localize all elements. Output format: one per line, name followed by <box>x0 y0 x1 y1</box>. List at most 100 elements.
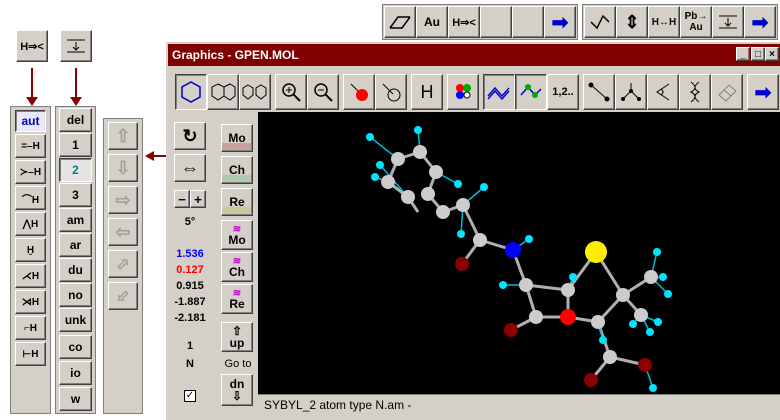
order-item-w[interactable]: w <box>59 387 92 411</box>
bond-flip-button[interactable] <box>584 6 616 38</box>
bond-measure-icon <box>588 82 610 102</box>
order-item-no[interactable]: no <box>59 283 92 307</box>
next-button[interactable]: ➡ <box>747 74 779 110</box>
close-button[interactable]: × <box>765 47 779 61</box>
angle-step-value: 5° <box>184 216 196 228</box>
maximize-button[interactable]: □ <box>751 47 765 61</box>
numbering-button[interactable]: 1,2.. <box>547 74 579 110</box>
hydrogen-item[interactable]: ≻–H <box>15 160 46 184</box>
pb-au-button[interactable]: Pb→ Au <box>680 6 712 38</box>
mode-ch-button[interactable]: Ch <box>221 156 253 184</box>
zoom-out-button[interactable] <box>307 74 339 110</box>
order-item-io[interactable]: io <box>59 361 92 385</box>
ring-fused-button[interactable] <box>207 74 239 110</box>
atom-count: 1 <box>186 340 194 352</box>
h-tool-button[interactable]: H⇒< <box>16 30 48 62</box>
hydrogen-item[interactable]: ⋊H <box>15 290 46 314</box>
hydrogen-item[interactable]: ⋌H <box>15 264 46 288</box>
dihedral-button[interactable] <box>647 74 679 110</box>
bond-ball-button[interactable] <box>515 74 547 110</box>
up-button[interactable]: ⇧ up <box>221 322 253 352</box>
hydrogen-item-label: ⌒H <box>21 194 40 206</box>
mode-mo-wave-button[interactable]: ≋ Mo <box>221 220 253 250</box>
ring-double-button[interactable] <box>239 74 271 110</box>
aut-button[interactable]: aut <box>15 110 46 132</box>
plus-button[interactable]: + <box>190 190 206 208</box>
order-item-unk[interactable]: unk <box>59 308 92 332</box>
value-item: -2.181 <box>174 312 206 324</box>
hydrogen-item[interactable]: ⌐H <box>15 316 46 340</box>
arrow-right-button-top-2[interactable]: ➡ <box>744 6 776 38</box>
angle-measure-button[interactable] <box>615 74 647 110</box>
h-tool-label: H⇒< <box>20 40 44 53</box>
close-label: × <box>769 48 775 60</box>
mode-ch-wave-label: Ch <box>229 265 245 279</box>
h-replace-label: H⇒< <box>452 16 476 29</box>
rotate-button[interactable]: ↻ <box>174 122 206 150</box>
mode-re-button[interactable]: Re <box>221 188 253 216</box>
order-item-1[interactable]: 1 <box>59 133 92 157</box>
hydrogen-item-label: ⌐H <box>23 322 38 334</box>
align-icon <box>719 15 737 29</box>
arrow-right-button[interactable]: ⇨ <box>108 186 138 214</box>
hexagon-icon <box>181 81 201 103</box>
zoom-in-button[interactable] <box>275 74 307 110</box>
au-button[interactable]: Au <box>416 6 448 38</box>
empty-button-1[interactable] <box>480 6 512 38</box>
flip-horizontal-button[interactable]: ⇔ <box>174 154 206 182</box>
mode-mo-button[interactable]: Mo <box>221 124 253 152</box>
hydrogen-item-label: ⊢H <box>22 348 39 360</box>
bond-measure-button[interactable] <box>583 74 615 110</box>
color-atoms-button[interactable] <box>447 74 479 110</box>
atom-remove-button[interactable] <box>375 74 407 110</box>
zoom-in-icon <box>282 83 301 102</box>
erase-button[interactable] <box>711 74 743 110</box>
bond-shape-button[interactable] <box>384 6 416 38</box>
ball-stick-icon <box>520 84 542 98</box>
arrow-right-button-top[interactable]: ➡ <box>544 6 576 38</box>
order-item-du[interactable]: du <box>59 258 92 282</box>
order-item-co[interactable]: co <box>59 335 92 359</box>
order-item-label: du <box>68 263 83 277</box>
checkbox[interactable]: ✓ <box>184 390 196 402</box>
hydrogen-item[interactable]: Ḫ <box>15 238 46 262</box>
arrow-left-button[interactable]: ⇦ <box>108 218 138 246</box>
order-item-3[interactable]: 3 <box>59 183 92 207</box>
hydrogen-item[interactable]: ⌒H <box>15 186 46 210</box>
arrow-down-button[interactable]: ⇩ <box>108 154 138 182</box>
h-swap-button[interactable]: H↔H <box>648 6 680 38</box>
parallelogram-icon <box>389 16 411 29</box>
molecule-canvas[interactable] <box>258 112 780 394</box>
vertical-arrow-button[interactable]: ⇕ <box>616 6 648 38</box>
hydrogen-item[interactable]: ⋀H <box>15 212 46 236</box>
order-item-ar[interactable]: ar <box>59 233 92 257</box>
empty-button-2[interactable] <box>512 6 544 38</box>
minimize-button[interactable]: _ <box>736 47 750 61</box>
bond-line-button[interactable] <box>483 74 515 110</box>
hydrogen-button[interactable]: H <box>411 74 443 110</box>
align-tool-button[interactable] <box>60 30 92 62</box>
mode-ch-wave-button[interactable]: ≋ Ch <box>221 252 253 282</box>
hydrogen-item[interactable]: ⊢H <box>15 342 46 366</box>
mode-re-wave-button[interactable]: ≋ Re <box>221 284 253 314</box>
value-list: 1.536 0.127 0.915 -1.887 -2.181 <box>170 248 210 328</box>
arrow-upright-button[interactable]: ⬀ <box>108 250 138 278</box>
double-rings-icon <box>242 84 267 100</box>
maximize-label: □ <box>754 48 762 60</box>
order-item-am[interactable]: am <box>59 208 92 232</box>
align-button[interactable] <box>712 6 744 38</box>
order-item-2[interactable]: 2 <box>59 158 92 182</box>
torsion-button[interactable] <box>679 74 711 110</box>
order-item-del[interactable]: del <box>59 108 92 132</box>
down-button[interactable]: dn ⇩ <box>221 374 253 406</box>
arrow-downleft-button[interactable]: ⬃ <box>108 282 138 310</box>
arrow-up-button[interactable]: ⇧ <box>108 122 138 150</box>
color-atoms-icon <box>456 84 471 99</box>
h-replace-button[interactable]: H⇒< <box>448 6 480 38</box>
eraser-icon <box>718 84 737 102</box>
minus-button[interactable]: − <box>174 190 190 208</box>
atom-add-button[interactable] <box>343 74 375 110</box>
hydrogen-item[interactable]: =–H <box>15 134 46 158</box>
hydrogen-item-label: ≻–H <box>19 166 42 178</box>
ring-hexagon-button[interactable] <box>175 74 207 110</box>
